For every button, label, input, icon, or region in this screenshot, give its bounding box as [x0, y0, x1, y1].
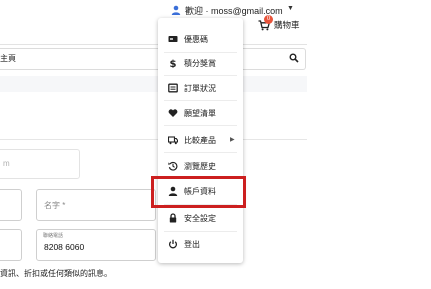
chevron-down-icon[interactable]: ▼ — [287, 5, 294, 12]
menu-item-coupon[interactable]: 優惠碼 — [158, 31, 243, 47]
menu-divider — [164, 231, 237, 232]
svg-text:$: $ — [170, 59, 177, 68]
user-avatar-icon — [171, 5, 181, 15]
menu-item-label: 優惠碼 — [184, 35, 208, 44]
menu-item-orders[interactable]: 訂單狀況 — [158, 80, 243, 96]
search-input[interactable] — [0, 48, 306, 70]
header-divider — [0, 44, 307, 45]
name-field-label: 名字 * — [44, 201, 66, 210]
compare-truck-icon — [168, 136, 178, 145]
newsletter-notice: 資訊、折扣或任何類似的訊息。 — [0, 269, 112, 278]
menu-item-points[interactable]: $ 積分獎賞 — [158, 55, 243, 71]
menu-divider — [164, 52, 237, 53]
power-icon — [168, 239, 178, 249]
highlight-annotation — [151, 176, 246, 208]
menu-item-label: 登出 — [184, 240, 200, 249]
phone-field-label: 聯絡電話 — [43, 233, 64, 239]
menu-item-wishlist[interactable]: 願望清單 — [158, 105, 243, 121]
email-field[interactable]: m — [0, 149, 80, 179]
section-band — [0, 76, 307, 92]
submenu-arrow-icon: ▶ — [230, 137, 235, 143]
search-icon[interactable] — [289, 53, 299, 63]
menu-item-label: 瀏覽歷史 — [184, 162, 216, 171]
phone-field-value: 8208 6060 — [44, 242, 85, 252]
menu-item-label: 積分獎賞 — [184, 59, 216, 68]
menu-item-logout[interactable]: 登出 — [158, 236, 243, 252]
account-dropdown-menu: 優惠碼 $ 積分獎賞 訂單狀況 願望清單 比較產品 ▶ 瀏覽歷史 帳戶資料 安全… — [158, 18, 243, 263]
email-field-value: m — [3, 159, 10, 168]
menu-item-compare[interactable]: 比較產品 ▶ — [158, 132, 243, 148]
coupon-icon — [168, 36, 178, 42]
phone-field[interactable]: 聯絡電話 8208 6060 — [36, 229, 156, 261]
section-divider — [0, 139, 307, 140]
cart-count-badge: 0 — [264, 15, 273, 24]
menu-item-history[interactable]: 瀏覽歷史 — [158, 158, 243, 174]
cart-button[interactable]: 0 購物車 — [258, 15, 300, 31]
menu-item-label: 願望清單 — [184, 109, 216, 118]
menu-item-security[interactable]: 安全設定 — [158, 210, 243, 226]
breadcrumb-home[interactable]: 主頁 — [0, 53, 16, 64]
menu-divider — [164, 125, 237, 126]
dollar-icon: $ — [170, 59, 177, 68]
name-field[interactable]: 名字 * — [36, 189, 156, 221]
heart-icon — [168, 109, 178, 117]
menu-item-label: 安全設定 — [184, 214, 216, 223]
menu-item-label: 比較產品 — [184, 136, 216, 145]
menu-item-label: 訂單狀況 — [184, 84, 216, 93]
lock-icon — [169, 213, 177, 223]
order-list-icon — [168, 83, 178, 93]
surname-field[interactable] — [0, 189, 22, 221]
menu-divider — [164, 75, 237, 76]
cart-label: 購物車 — [274, 20, 300, 30]
menu-divider — [164, 100, 237, 101]
country-code-field[interactable] — [0, 229, 22, 261]
history-icon — [168, 161, 178, 171]
menu-divider — [164, 152, 237, 153]
